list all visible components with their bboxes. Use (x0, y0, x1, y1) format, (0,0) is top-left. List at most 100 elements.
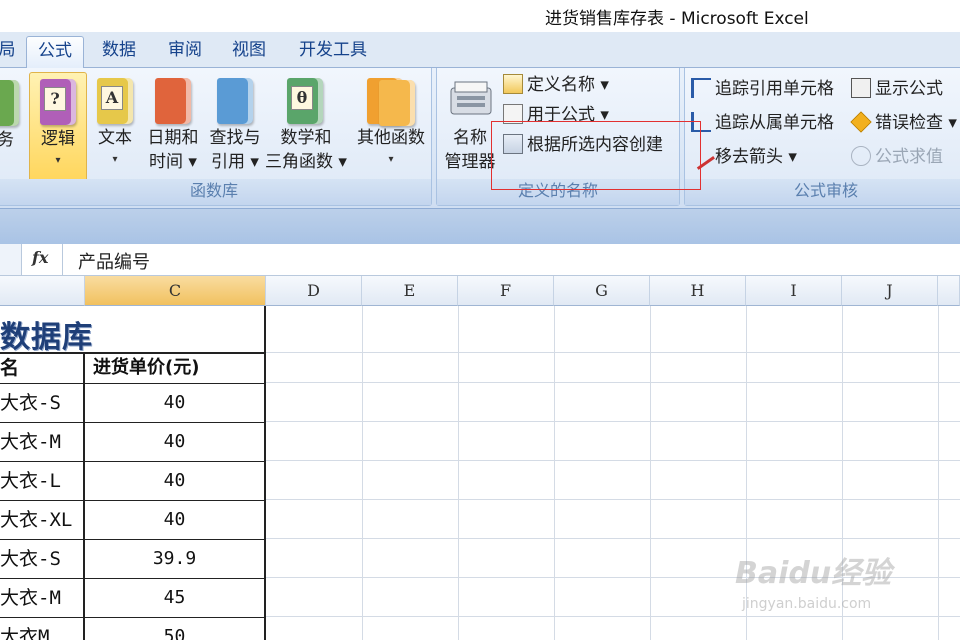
date-time-book-icon (155, 78, 191, 124)
cell-c[interactable]: 45 (85, 579, 266, 618)
group-label-function-library: 函数库 (0, 179, 431, 205)
more-functions-book2-icon (379, 80, 415, 126)
table-row: 大衣-S 39.9 (0, 540, 266, 579)
theta-glyph: θ (291, 86, 313, 110)
more-functions-arrow: ▾ (388, 154, 394, 165)
grid-line (938, 306, 939, 640)
name-box[interactable] (0, 244, 22, 275)
column-header-i[interactable]: I (746, 276, 842, 306)
date-time-button[interactable]: 日期和 时间 ▾ (143, 72, 203, 182)
lookup-book-icon (217, 78, 253, 124)
cell-c[interactable]: 40 (85, 384, 266, 423)
column-header-e[interactable]: E (362, 276, 458, 306)
header-cell-c[interactable]: 进货单价(元) (85, 354, 266, 384)
text-label: 文本 (98, 128, 132, 148)
cell-b[interactable]: 大衣-M (0, 423, 85, 462)
question-glyph: ? (44, 87, 66, 111)
grid-line (266, 538, 960, 539)
define-name-label: 定义名称 ▾ (527, 75, 609, 95)
table-row: 大衣-S 40 (0, 384, 266, 423)
trace-dependents-label: 追踪从属单元格 (715, 113, 834, 133)
formula-bar: fx 产品编号 (0, 244, 960, 276)
highlight-annotation-box (491, 121, 701, 190)
text-button[interactable]: A 文本 ▾ (93, 72, 137, 182)
error-checking-button[interactable]: 错误检查 ▾ (850, 110, 957, 136)
cell-c[interactable]: 40 (85, 462, 266, 501)
name-manager-icon (450, 81, 492, 115)
evaluate-formula-icon (851, 146, 871, 166)
grid-line (650, 306, 651, 640)
table-row: 大衣-M 45 (0, 579, 266, 618)
logical-label: 逻辑 (41, 129, 75, 149)
column-header-c[interactable]: C (85, 276, 266, 306)
column-header-g[interactable]: G (554, 276, 650, 306)
table-row: 大衣-M 40 (0, 423, 266, 462)
column-header-f[interactable]: F (458, 276, 554, 306)
title-bar: 进货销售库存表 - Microsoft Excel (0, 0, 960, 32)
error-checking-icon (850, 111, 872, 133)
text-book-icon: A (97, 78, 133, 124)
table-header-row: 名 进货单价(元) (0, 354, 266, 384)
cell-c[interactable]: 39.9 (85, 540, 266, 579)
define-name-icon (503, 74, 523, 94)
financial-button[interactable]: 务 (0, 72, 23, 182)
math-label-2: 三角函数 ▾ (265, 152, 347, 172)
show-formulas-button[interactable]: 显示公式 (851, 76, 943, 102)
cell-b[interactable]: 大衣-S (0, 540, 85, 579)
evaluate-formula-label: 公式求值 (875, 147, 943, 167)
letter-a-glyph: A (101, 86, 123, 110)
cell-b[interactable]: 大衣-XL (0, 501, 85, 540)
ribbon-tabs: 局 公式 数据 审阅 视图 开发工具 (0, 32, 960, 68)
formula-bar-divider (62, 244, 63, 275)
insert-function-icon[interactable]: fx (32, 248, 48, 267)
math-label-1: 数学和 (280, 128, 332, 148)
column-header-k[interactable] (938, 276, 960, 306)
cell-c[interactable]: 40 (85, 501, 266, 540)
cell-c[interactable]: 50 (85, 618, 266, 640)
cell-b[interactable]: 大衣-M (0, 579, 85, 618)
table-row: 大衣-L 40 (0, 462, 266, 501)
remove-arrows-button[interactable]: 移去箭头 ▾ (687, 142, 797, 170)
tab-review[interactable]: 审阅 (156, 36, 214, 68)
cell-c[interactable]: 40 (85, 423, 266, 462)
grid-line (266, 460, 960, 461)
grid-line (362, 306, 363, 640)
column-header-j[interactable]: J (842, 276, 938, 306)
tab-layout[interactable]: 局 (0, 36, 22, 68)
watermark-logo: Baidu经验 (735, 556, 892, 591)
show-formulas-label: 显示公式 (875, 79, 943, 99)
header-cell-b[interactable]: 名 (0, 354, 85, 384)
tab-developer[interactable]: 开发工具 (288, 36, 378, 68)
remove-arrows-label: 移去箭头 ▾ (715, 147, 797, 167)
cell-b[interactable]: 大衣M (0, 618, 85, 640)
tab-formulas[interactable]: 公式 (26, 36, 84, 68)
date-time-label-2: 时间 ▾ (149, 152, 197, 172)
grid-line (266, 616, 960, 617)
show-formulas-icon (851, 78, 871, 98)
financial-book-icon (0, 80, 19, 126)
title-border (264, 306, 266, 352)
tab-data[interactable]: 数据 (90, 36, 148, 68)
trace-precedents-label: 追踪引用单元格 (715, 79, 834, 99)
cell-b[interactable]: 大衣-S (0, 384, 85, 423)
column-header-d[interactable]: D (266, 276, 362, 306)
sheet-title: 数据库 (0, 320, 93, 355)
define-name-button[interactable]: 定义名称 ▾ (503, 72, 609, 98)
cell-b[interactable]: 大衣-L (0, 462, 85, 501)
lookup-reference-button[interactable]: 查找与 引用 ▾ (205, 72, 265, 182)
column-header-h[interactable]: H (650, 276, 746, 306)
tab-view[interactable]: 视图 (220, 36, 278, 68)
math-trig-button[interactable]: θ 数学和 三角函数 ▾ (265, 72, 347, 182)
grid-line (458, 306, 459, 640)
trace-precedents-icon (691, 78, 711, 98)
logical-button[interactable]: ? 逻辑 ▾ (29, 72, 87, 182)
column-header-b[interactable] (0, 276, 85, 306)
trace-dependents-button[interactable]: 追踪从属单元格 (691, 110, 834, 136)
more-functions-button[interactable]: 其他函数 ▾ (353, 72, 429, 182)
trace-precedents-button[interactable]: 追踪引用单元格 (691, 76, 834, 102)
ribbon: 务 ? 逻辑 ▾ A 文本 ▾ 日期和 时间 ▾ 查找与 引用 ▾ θ 数学和 … (0, 68, 960, 208)
formula-input[interactable]: 产品编号 (78, 248, 150, 274)
math-book-icon: θ (287, 78, 323, 124)
logical-dropdown-arrow: ▾ (55, 155, 61, 166)
evaluate-formula-button[interactable]: 公式求值 (851, 144, 943, 170)
